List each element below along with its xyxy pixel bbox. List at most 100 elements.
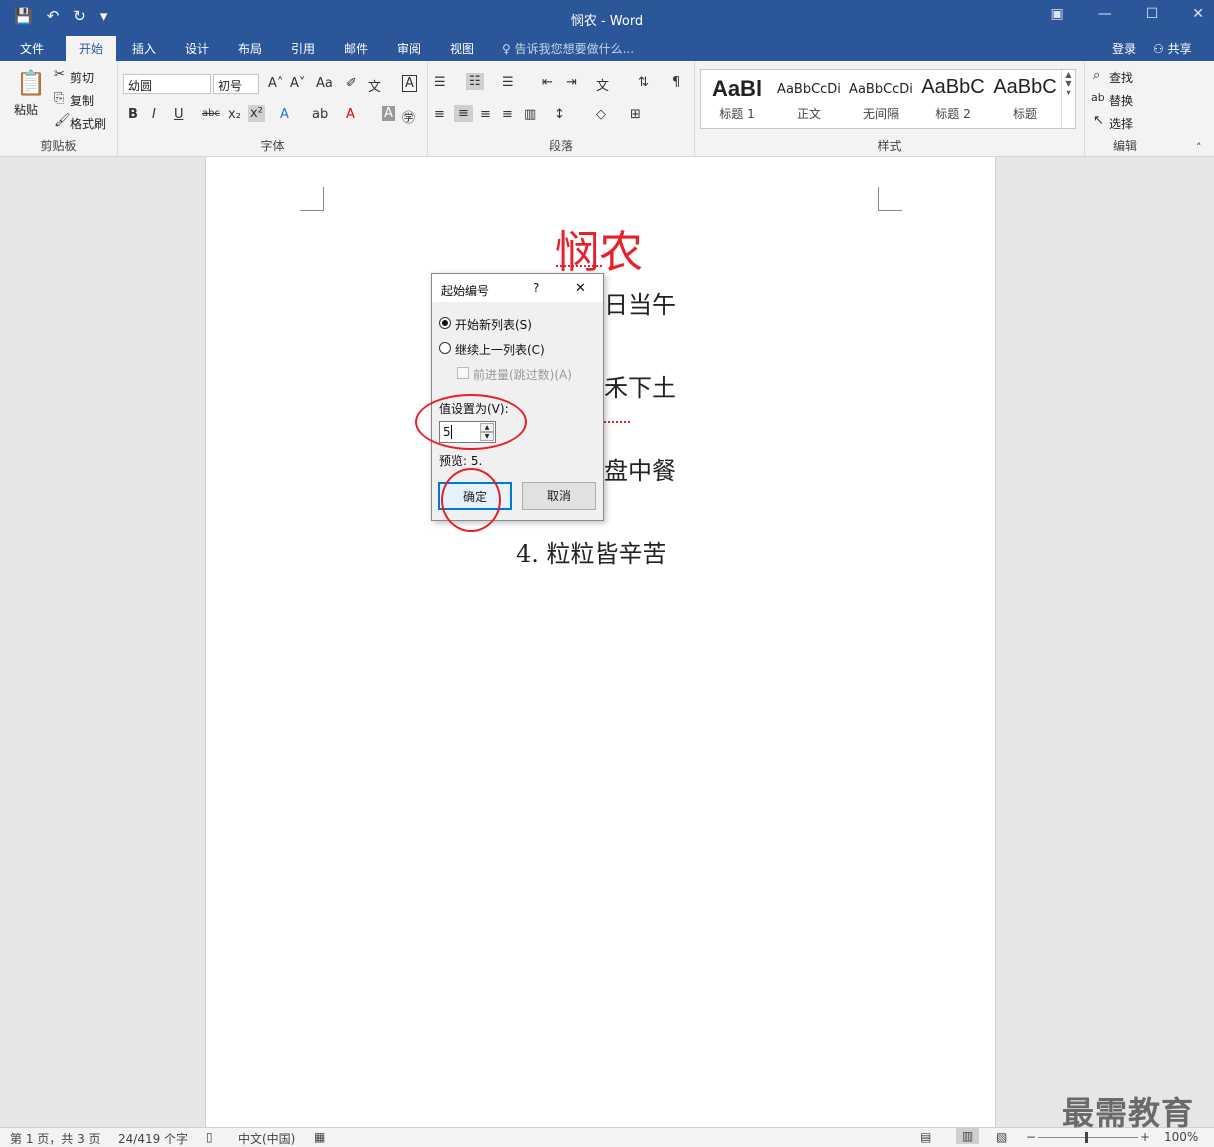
close-button[interactable]: ✕ [1192,6,1204,22]
tab-view[interactable]: 视图 [450,40,474,57]
shrink-font-icon[interactable]: A˅ [290,76,305,91]
distributed-icon[interactable]: ▥ [524,107,536,122]
align-left-icon[interactable]: ≡ [434,107,445,122]
style-no-spacing[interactable]: AaBbCcDi 无间隔 [845,70,917,128]
share-button[interactable]: ⚇ 共享 [1153,40,1192,57]
show-marks-icon[interactable]: ¶ [672,75,680,90]
tab-home[interactable]: 开始 [66,36,117,61]
replace-button[interactable]: 替换 [1109,92,1133,109]
clear-formatting-icon[interactable]: ✐ [346,76,357,91]
change-case-icon[interactable]: Aa [316,76,333,91]
bullets-icon[interactable]: ☰ [434,75,446,90]
margin-mark-top-right [878,187,902,211]
style-title[interactable]: AaBbC 标题 [989,70,1061,128]
radio-continue-list[interactable] [439,342,451,354]
increase-indent-icon[interactable]: ⇥ [566,75,577,90]
asian-layout-icon[interactable]: 文 [596,75,609,94]
replace-icon: ab [1091,91,1105,104]
justify-icon[interactable]: ≡ [502,107,513,122]
decrease-indent-icon[interactable]: ⇤ [542,75,553,90]
italic-icon[interactable]: I [152,107,156,122]
styles-scroll[interactable]: ▲ ▼ ▾ [1061,70,1075,128]
tab-references[interactable]: 引用 [291,40,315,57]
phonetic-guide-icon[interactable]: 文 [368,76,381,95]
tab-mailings[interactable]: 邮件 [344,40,368,57]
font-size-dropdown[interactable]: 初号 [213,74,259,94]
format-painter-button[interactable]: 格式刷 [70,115,106,132]
radio-new-list-label[interactable]: 开始新列表(S) [455,316,532,333]
print-layout-icon[interactable]: ▥ [956,1128,980,1144]
highlight-icon[interactable]: ab [312,107,328,122]
align-right-icon[interactable]: ≡ [480,107,491,122]
margin-mark-top-left [300,187,324,211]
style-heading1[interactable]: AaBl 标题 1 [701,70,773,128]
maximize-button[interactable]: ☐ [1146,6,1159,22]
advance-value-checkbox[interactable] [457,367,469,379]
help-button[interactable]: ? [533,281,539,295]
cancel-button[interactable]: 取消 [522,482,596,510]
style-heading2[interactable]: AaBbC 标题 2 [917,70,989,128]
login-link[interactable]: 登录 [1112,40,1136,57]
strikethrough-icon[interactable]: abc [202,108,220,119]
shading-icon[interactable]: ◇ [596,107,606,122]
tab-review[interactable]: 审阅 [397,40,421,57]
dialog-close-button[interactable]: ✕ [575,281,586,296]
line-spacing-icon[interactable]: ↕ [554,107,565,122]
language-indicator[interactable]: 中文(中国) [238,1130,295,1147]
ribbon-display-options-icon[interactable]: ▣ [1050,6,1063,22]
cut-button[interactable]: 剪切 [70,69,94,86]
copy-button[interactable]: 复制 [70,92,94,109]
annotation-circle-value [415,394,527,450]
align-center-icon[interactable]: ≡ [454,105,473,122]
tab-design[interactable]: 设计 [185,40,209,57]
numbering-icon[interactable]: ☷ [466,73,484,90]
title-bar: 💾 ↶ ↻ ▾ 悯农 - Word ▣ — ☐ ✕ [0,0,1214,36]
zoom-out-icon[interactable]: − [1026,1130,1036,1144]
collapse-ribbon-icon[interactable]: ˄ [1196,141,1202,154]
zoom-slider[interactable] [1038,1137,1138,1138]
borders-icon[interactable]: ⊞ [630,107,641,122]
character-shading-icon[interactable]: A [382,106,395,121]
tab-layout[interactable]: 布局 [238,40,262,57]
web-layout-icon[interactable]: ▧ [996,1130,1007,1144]
find-button[interactable]: 查找 [1109,69,1133,86]
word-count[interactable]: 24/419 个字 [118,1130,188,1147]
grow-font-icon[interactable]: A˄ [268,76,283,91]
copy-icon: ⎘ [54,91,65,106]
enclose-characters-icon[interactable]: ㊫ [402,107,415,126]
read-mode-icon[interactable]: ▤ [920,1130,931,1144]
superscript-icon[interactable]: x² [248,105,265,122]
bold-icon[interactable]: B [128,107,138,122]
radio-continue-list-label[interactable]: 继续上一列表(C) [455,341,545,358]
person-icon: ⚇ [1153,42,1168,56]
font-group-label: 字体 [260,139,285,153]
tab-file[interactable]: 文件 [20,40,44,57]
proofing-icon[interactable]: ▯ [206,1130,213,1144]
style-normal[interactable]: AaBbCcDi 正文 [773,70,845,128]
document-line-3: 盘中餐 [604,457,676,485]
font-name-dropdown[interactable]: 幼圆 [123,74,211,94]
document-line-4: 4. 粒粒皆辛苦 [516,540,667,568]
clipboard-group: 📋 粘贴 ✂ 剪切 ⎘ 复制 🖌 格式刷 剪贴板 [0,61,118,157]
dialog-title-bar: 起始编号 ? ✕ [432,274,603,302]
styles-group-label: 样式 [877,139,902,153]
minimize-button[interactable]: — [1098,6,1112,22]
clipboard-group-label: 剪贴板 [40,139,77,153]
paste-button[interactable]: 粘贴 [14,101,38,118]
tab-insert[interactable]: 插入 [132,40,156,57]
paste-icon[interactable]: 📋 [16,69,46,97]
macro-icon[interactable]: ▦ [314,1130,325,1144]
underline-icon[interactable]: U [174,107,184,122]
multilevel-list-icon[interactable]: ☰ [502,75,514,90]
radio-new-list[interactable] [439,317,451,329]
sort-icon[interactable]: ⇅ [638,75,649,90]
text-effects-icon[interactable]: A [280,107,289,122]
character-border-icon[interactable]: A [402,75,417,92]
tell-me-search[interactable]: ♀ 告诉我您想要做什么... [502,40,634,57]
vertical-scrollbar[interactable] [1206,157,1214,1127]
annotation-circle-ok [441,468,501,532]
subscript-icon[interactable]: x₂ [228,107,241,122]
font-color-icon[interactable]: A [346,107,355,122]
select-button[interactable]: 选择 [1109,115,1133,132]
page-count[interactable]: 第 1 页，共 3 页 [10,1130,101,1147]
